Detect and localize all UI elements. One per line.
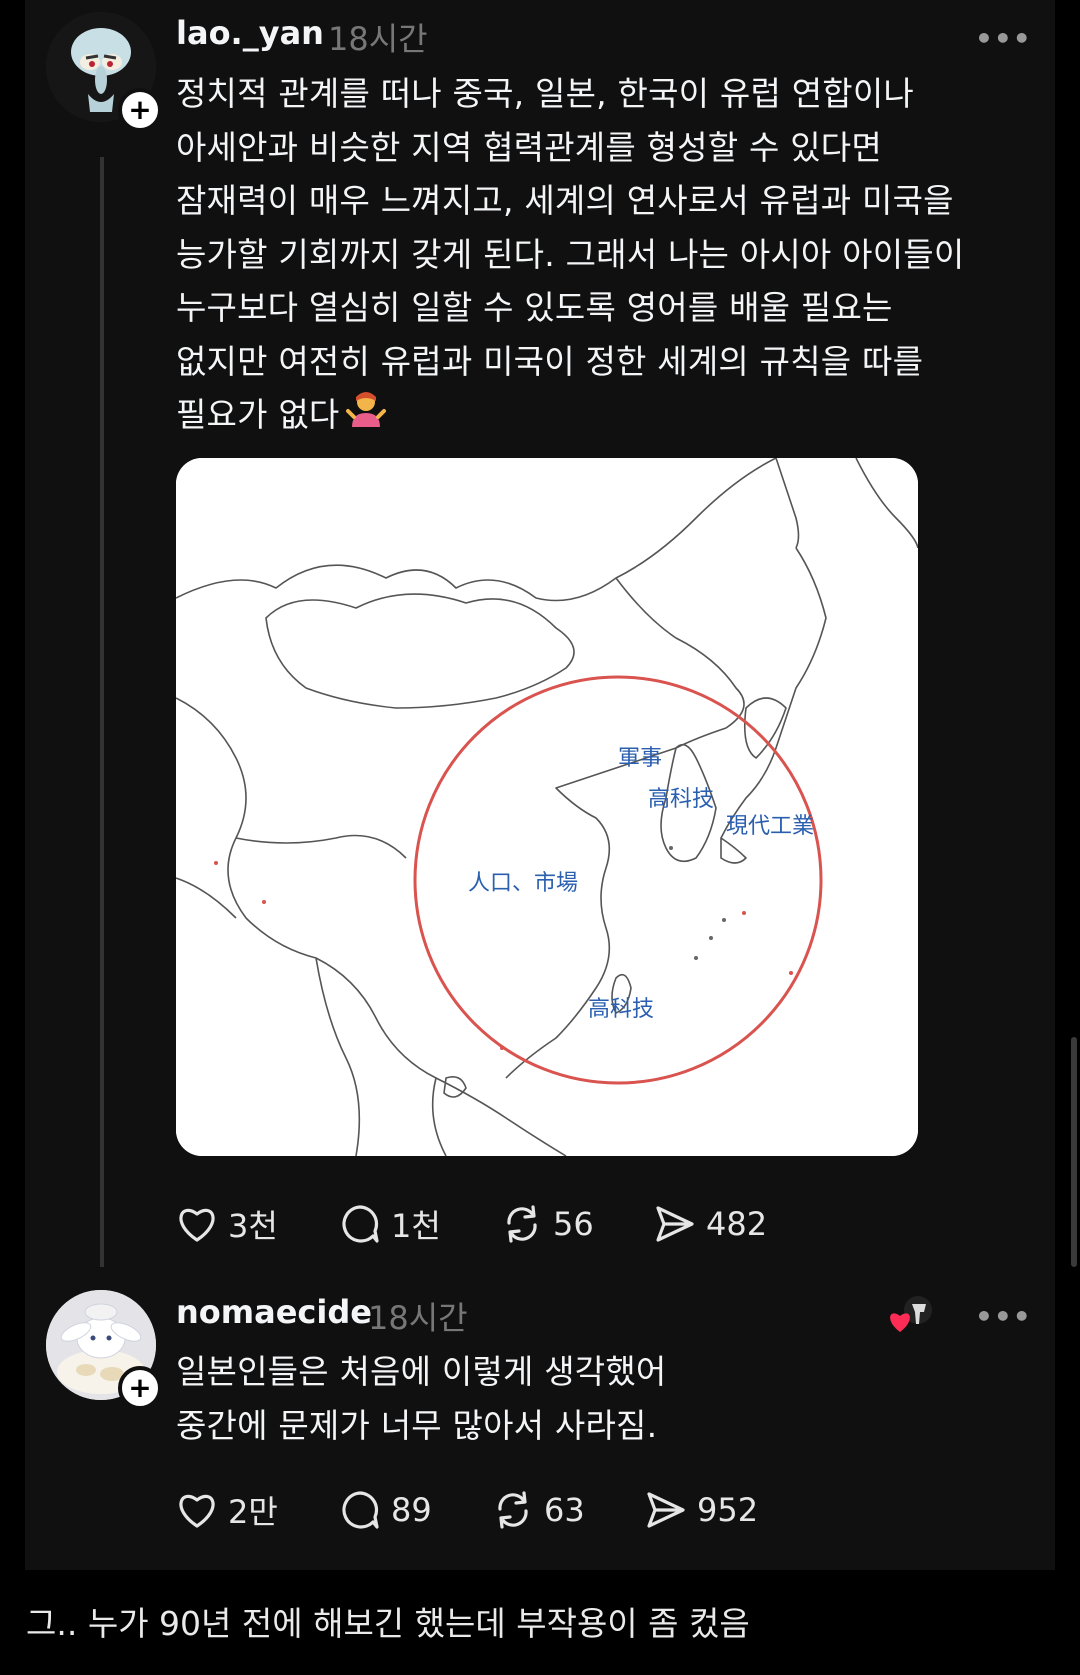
reply-like-button[interactable]: 2만: [176, 1487, 339, 1533]
share-count: 482: [706, 1205, 768, 1243]
heart-outline-icon: [179, 1494, 215, 1528]
post-timestamp: 18시간: [328, 20, 428, 58]
heart-outline-icon: [179, 1208, 215, 1242]
reply-reply-button[interactable]: 89: [339, 1489, 492, 1531]
follow-plus-icon[interactable]: +: [118, 88, 162, 132]
reply-username[interactable]: nomaecide: [176, 1293, 372, 1331]
speech-bubble-icon: [342, 1205, 379, 1243]
repost-arrows-icon: [507, 1205, 537, 1243]
repost-button[interactable]: 56: [501, 1203, 654, 1245]
post-username[interactable]: lao._yan: [176, 14, 324, 52]
map-label-hightech-korea: 高科技: [648, 787, 714, 812]
person-shrugging-emoji: [345, 389, 386, 445]
author-liked-badge: [886, 1292, 934, 1336]
post-map-image[interactable]: 軍事 高科技 現代工業 人口、市場 高科技: [176, 458, 918, 1156]
reply-button[interactable]: 1천: [339, 1201, 501, 1247]
reply-like-count: 2만: [228, 1493, 278, 1531]
liked-by-author-icon: [890, 1296, 932, 1332]
map-label-population-market: 人口、市場: [468, 871, 578, 896]
thread-connector-line: [100, 157, 104, 1267]
repost-arrows-icon: [498, 1491, 528, 1529]
reply-repost-button[interactable]: 63: [492, 1489, 645, 1531]
repost-count: 56: [553, 1205, 594, 1243]
speech-bubble-icon: [342, 1491, 379, 1529]
paper-plane-icon: [647, 1492, 685, 1528]
reply-timestamp: 18시간: [368, 1299, 468, 1337]
reply-repost-count: 63: [544, 1491, 585, 1529]
map-label-military: 軍事: [618, 746, 662, 771]
map-label-modern-industry: 現代工業: [726, 814, 814, 839]
reply-text: 일본인들은 처음에 이렇게 생각했어 중간에 문제가 너무 많아서 사라짐.: [176, 1352, 667, 1445]
reply-action-bar: 2만 89 63 952: [176, 1485, 758, 1535]
post-text-body: 정치적 관계를 떠나 중국, 일본, 한국이 유럽 연합이나 아세안과 비슷한 …: [176, 74, 965, 434]
follow-plus-icon-reply[interactable]: +: [118, 1366, 162, 1410]
share-button[interactable]: 482: [654, 1204, 767, 1244]
like-count: 3천: [228, 1207, 278, 1245]
reply-count: 1천: [391, 1207, 441, 1245]
reply-share-count: 952: [697, 1491, 759, 1529]
more-dots-icon-reply[interactable]: •••: [975, 1300, 1032, 1333]
reply-share-button[interactable]: 952: [645, 1490, 758, 1530]
reply-reply-count: 89: [391, 1491, 432, 1529]
post-text: 정치적 관계를 떠나 중국, 일본, 한국이 유럽 연합이나 아세안과 비슷한 …: [176, 67, 1046, 444]
paper-plane-icon: [656, 1206, 694, 1242]
bottom-caption: 그.. 누가 90년 전에 해보긴 했는데 부작용이 좀 컸음: [26, 1604, 750, 1643]
post-action-bar: 3천 1천 56 482: [176, 1199, 767, 1249]
more-dots-icon[interactable]: •••: [975, 22, 1032, 55]
map-label-hightech-taiwan: 高科技: [588, 997, 654, 1022]
scrollbar[interactable]: [1071, 1037, 1077, 1267]
east-asia-map: 軍事 高科技 現代工業 人口、市場 高科技: [176, 458, 918, 1156]
like-button[interactable]: 3천: [176, 1201, 339, 1247]
